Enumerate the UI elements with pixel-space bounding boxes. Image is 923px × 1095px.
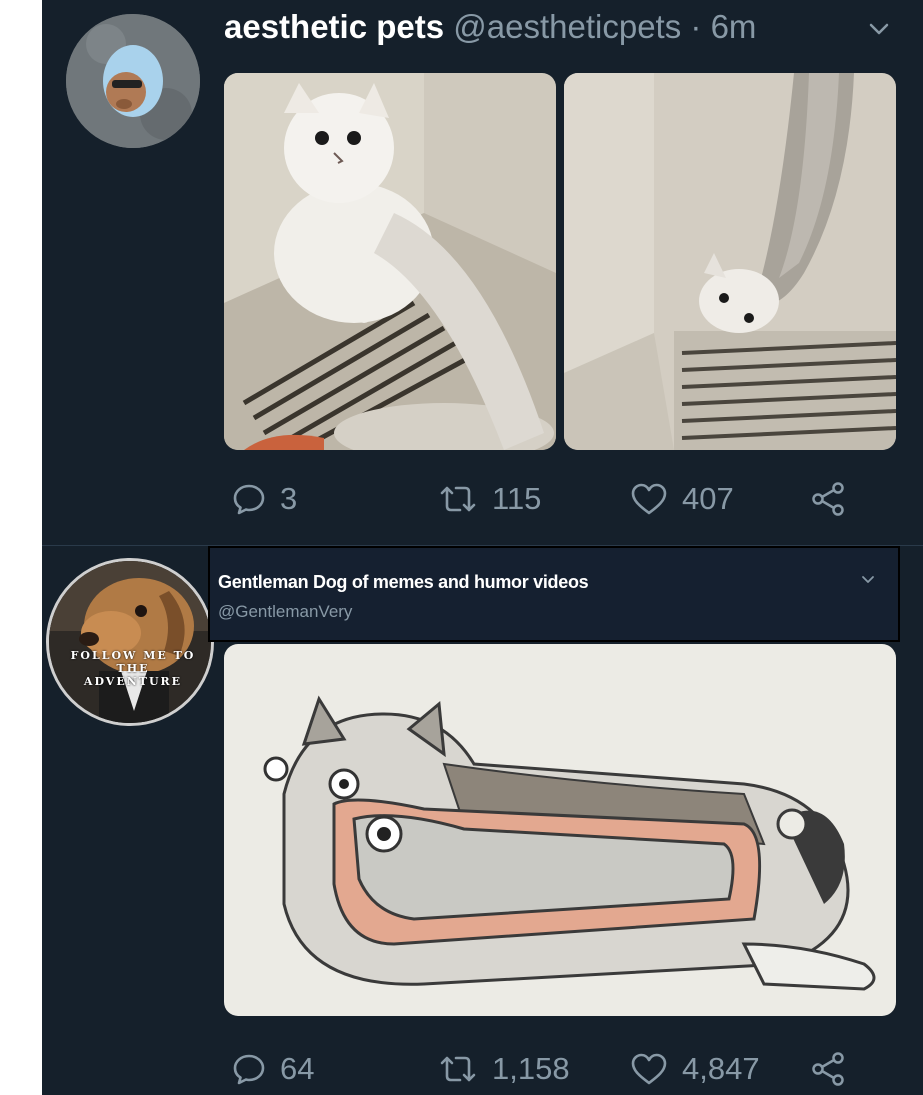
retweet-button[interactable]: 1,158 bbox=[438, 1048, 570, 1090]
share-icon bbox=[812, 1052, 844, 1086]
share-icon bbox=[812, 482, 844, 516]
reply-count: 64 bbox=[280, 1051, 315, 1086]
user-handle[interactable]: @aestheticpets bbox=[453, 8, 681, 45]
timeline-feed: aesthetic pets @aestheticpets · 6m 3 115… bbox=[42, 0, 923, 1095]
reply-button[interactable]: 64 bbox=[232, 1048, 314, 1090]
retweet-icon bbox=[440, 486, 476, 512]
tweet-timestamp[interactable]: 6m bbox=[711, 8, 757, 45]
tweet-actions: 64 1,158 4,847 bbox=[224, 1048, 904, 1090]
reply-button[interactable]: 3 bbox=[232, 478, 297, 520]
separator-dot: · bbox=[690, 8, 702, 45]
tweet-header: Gentleman Dog of memes and humor videos … bbox=[208, 546, 900, 642]
display-name[interactable]: aesthetic pets bbox=[224, 8, 444, 45]
avatar-banner-line-2: THE bbox=[116, 662, 150, 675]
like-icon bbox=[631, 1053, 667, 1085]
avatar-banner-line-3: ADVENTURE bbox=[83, 675, 183, 688]
display-name[interactable]: Gentleman Dog of memes and humor videos bbox=[218, 572, 589, 593]
retweet-count: 115 bbox=[492, 481, 542, 516]
like-count: 407 bbox=[682, 481, 734, 516]
tweet-image-cat-illustration[interactable] bbox=[224, 644, 896, 1016]
chevron-down-icon[interactable] bbox=[860, 572, 876, 588]
user-handle[interactable]: @GentlemanVery bbox=[218, 602, 352, 622]
avatar[interactable]: FOLLOW ME TO THE ADVENTURE bbox=[46, 558, 214, 726]
retweet-icon bbox=[440, 1056, 476, 1082]
like-button[interactable]: 407 bbox=[630, 478, 734, 520]
retweet-count: 1,158 bbox=[492, 1051, 570, 1086]
tweet-header: aesthetic pets @aestheticpets · 6m bbox=[224, 8, 756, 52]
tweet-image-cat-stretched[interactable] bbox=[564, 73, 896, 450]
retweet-button[interactable]: 115 bbox=[438, 478, 541, 520]
tweet-gentleman-dog[interactable]: FOLLOW ME TO THE ADVENTURE Gentleman Dog… bbox=[42, 546, 923, 1095]
like-count: 4,847 bbox=[682, 1051, 760, 1086]
reply-icon bbox=[233, 1054, 265, 1085]
like-button[interactable]: 4,847 bbox=[630, 1048, 760, 1090]
tweet-image-cat-sitting[interactable] bbox=[224, 73, 556, 450]
share-button[interactable] bbox=[810, 478, 846, 520]
reply-count: 3 bbox=[280, 481, 298, 516]
chevron-down-icon[interactable] bbox=[868, 18, 890, 40]
reply-icon bbox=[233, 484, 265, 515]
share-button[interactable] bbox=[810, 1048, 846, 1090]
tweet-aesthetic-pets[interactable]: aesthetic pets @aestheticpets · 6m 3 115… bbox=[42, 0, 923, 546]
avatar-banner-line-1: FOLLOW ME TO bbox=[70, 649, 196, 662]
avatar[interactable] bbox=[66, 14, 200, 148]
tweet-actions: 3 115 407 bbox=[224, 478, 904, 520]
like-icon bbox=[631, 483, 667, 515]
